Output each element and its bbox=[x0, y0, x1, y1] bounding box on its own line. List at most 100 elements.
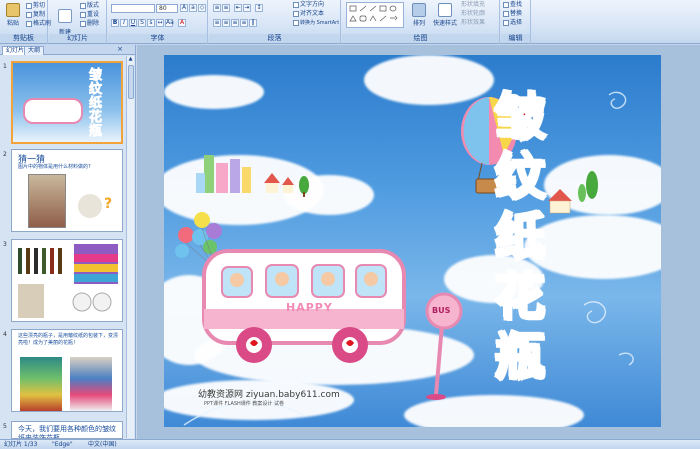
replace-button[interactable]: 替换 bbox=[503, 10, 522, 18]
arrange-button[interactable]: 排列 bbox=[408, 1, 430, 31]
thumb-snowman-image bbox=[78, 194, 102, 218]
clipboard-icon bbox=[6, 3, 20, 17]
new-slide-button[interactable]: 新建 幻灯片 bbox=[53, 1, 77, 42]
delete-slide-button[interactable]: 删除 bbox=[80, 20, 99, 28]
text-direction-button[interactable]: 文字方向 bbox=[293, 1, 324, 9]
font-color-button[interactable]: A bbox=[178, 19, 186, 27]
numbering-button[interactable]: ≡ bbox=[222, 4, 230, 12]
font-group-label: 字体 bbox=[108, 34, 207, 43]
thumb-text: 今天，我们要用各种颜色的皱纹纸来装饰花瓶 bbox=[18, 425, 116, 439]
reset-button[interactable]: 重设 bbox=[80, 11, 99, 19]
arrange-icon bbox=[412, 3, 426, 17]
underline-button[interactable]: U bbox=[129, 19, 137, 27]
slide-counter: 幻灯片 1/33 bbox=[4, 441, 38, 448]
select-button[interactable]: 选择 bbox=[503, 19, 522, 27]
decrease-indent-button[interactable]: ⇤ bbox=[234, 4, 242, 12]
pane-tabs: 幻灯片 大纲 × bbox=[0, 45, 135, 55]
tab-outline[interactable]: 大纲 bbox=[24, 46, 45, 55]
clipboard-group: 粘贴 剪切 复制 格式刷 剪贴板 bbox=[0, 0, 51, 44]
align-center-button[interactable]: ≡ bbox=[222, 19, 230, 27]
format-painter-button[interactable]: 格式刷 bbox=[26, 20, 51, 28]
shapes-gallery[interactable] bbox=[346, 2, 404, 28]
thumbnail-scrollbar[interactable]: ▲ bbox=[126, 56, 134, 438]
text-direction-icon bbox=[293, 1, 299, 8]
copy-icon bbox=[26, 11, 32, 18]
align-right-button[interactable]: ≡ bbox=[231, 19, 239, 27]
title-char-1[interactable]: 皱 bbox=[494, 88, 547, 147]
drawing-group-label: 绘图 bbox=[342, 34, 499, 43]
find-icon bbox=[503, 1, 509, 8]
thumbnail-number: 3 bbox=[3, 241, 7, 248]
replace-icon bbox=[503, 10, 509, 17]
scroll-up-icon[interactable]: ▲ bbox=[127, 56, 134, 63]
shape-fill-button[interactable]: 形状填充 bbox=[461, 1, 485, 9]
slides-group: 新建 幻灯片 版式 重设 删除 幻灯片 bbox=[49, 0, 107, 44]
delete-icon bbox=[80, 20, 86, 27]
layout-button[interactable]: 版式 bbox=[80, 2, 99, 10]
char-spacing-button[interactable]: ↔ bbox=[156, 19, 164, 27]
thumb-objects-photos bbox=[18, 244, 118, 318]
status-bar: 幻灯片 1/33 "Edge" 中文(中国) bbox=[0, 439, 700, 449]
thumbnail-number: 4 bbox=[3, 331, 7, 338]
title-char-4[interactable]: 花 bbox=[494, 268, 547, 327]
clear-format-button[interactable]: ◇ bbox=[198, 4, 206, 12]
thumbnail-number: 5 bbox=[3, 423, 7, 430]
font-name-combo[interactable] bbox=[111, 4, 155, 13]
layout-icon bbox=[80, 2, 86, 9]
increase-indent-button[interactable]: ⇥ bbox=[243, 4, 251, 12]
slide-thumbnail-5[interactable]: 今天，我们要用各种颜色的皱纹纸来装饰花瓶 bbox=[11, 421, 123, 439]
smartart-button[interactable]: 转换为 SmartArt bbox=[293, 19, 339, 27]
language-indicator[interactable]: 中文(中国) bbox=[88, 440, 117, 449]
strikethrough-button[interactable]: S bbox=[138, 19, 146, 27]
scissors-icon bbox=[26, 2, 32, 9]
slide-thumbnail-1[interactable]: 皱纹纸花瓶 bbox=[11, 61, 123, 144]
font-size-combo[interactable]: 80 bbox=[156, 4, 178, 13]
theme-name: "Edge" bbox=[52, 441, 73, 448]
thumb-bottles-photo-2 bbox=[70, 357, 112, 411]
editing-group: 查找 替换 选择 编辑 bbox=[501, 0, 531, 44]
title-char-5[interactable]: 瓶 bbox=[494, 328, 547, 387]
shrink-font-button[interactable]: a bbox=[189, 4, 197, 12]
align-text-button[interactable]: 对齐文本 bbox=[293, 10, 324, 18]
columns-button[interactable]: ‖ bbox=[249, 19, 257, 27]
title-char-3[interactable]: 纸 bbox=[494, 208, 547, 267]
scrollbar-thumb[interactable] bbox=[128, 65, 134, 99]
find-button[interactable]: 查找 bbox=[503, 1, 522, 9]
italic-button[interactable]: I bbox=[120, 19, 128, 27]
justify-button[interactable]: ≡ bbox=[240, 19, 248, 27]
thumb-text: 这些漂亮的瓶子，是用皱纹纸的包装下，变漂亮啦！成为了美丽的花瓶！ bbox=[18, 333, 119, 346]
clipboard-group-label: 剪贴板 bbox=[0, 34, 47, 43]
thumb-title-text: 皱纹纸花瓶 bbox=[89, 68, 103, 139]
line-spacing-button[interactable]: ↕ bbox=[255, 4, 263, 12]
thumb-vase-photo bbox=[28, 174, 66, 228]
quick-styles-icon bbox=[438, 3, 452, 17]
copy-button[interactable]: 复制 bbox=[26, 11, 45, 19]
slide-thumbnail-3[interactable] bbox=[11, 239, 123, 322]
align-left-button[interactable]: ≡ bbox=[213, 19, 221, 27]
shadow-button[interactable]: s bbox=[147, 19, 155, 27]
cut-button[interactable]: 剪切 bbox=[26, 2, 45, 10]
slide-editing-area: HAPPY BUS 皱 纹 纸 花 瓶 幼教资源网 ziyuan.baby611… bbox=[137, 45, 700, 439]
shapes-gallery-icons bbox=[349, 5, 398, 22]
paragraph-group: ≡ ≡ ⇤ ⇥ ↕ ≡ ≡ ≡ ≡ ‖ 文字方向 对齐文本 转换为 SmartA… bbox=[209, 0, 341, 44]
reset-icon bbox=[80, 11, 86, 18]
select-icon bbox=[503, 19, 509, 26]
bullets-button[interactable]: ≡ bbox=[213, 4, 221, 12]
slide-thumbnail-4[interactable]: 这些漂亮的瓶子，是用皱纹纸的包装下，变漂亮啦！成为了美丽的花瓶！ bbox=[11, 329, 123, 412]
bold-button[interactable]: B bbox=[111, 19, 119, 27]
thumb-bottles-photo-1 bbox=[20, 357, 62, 411]
quick-styles-button[interactable]: 快速样式 bbox=[430, 1, 460, 31]
close-pane-icon[interactable]: × bbox=[117, 45, 123, 53]
shape-outline-button[interactable]: 形状轮廓 bbox=[461, 10, 485, 18]
current-slide[interactable]: HAPPY BUS 皱 纹 纸 花 瓶 幼教资源网 ziyuan.baby611… bbox=[164, 55, 661, 427]
slide-illustration bbox=[175, 91, 634, 426]
slide-thumbnail-pane: 幻灯片 大纲 × 1 皱纹纸花瓶 2 猜一猜 图片中的物体是用什么材料做的? ?… bbox=[0, 45, 136, 439]
new-slide-icon bbox=[58, 9, 72, 23]
shape-effects-button[interactable]: 形状效果 bbox=[461, 19, 485, 27]
title-char-2[interactable]: 纹 bbox=[494, 148, 547, 207]
grow-font-button[interactable]: A bbox=[180, 4, 188, 12]
change-case-button[interactable]: Aa bbox=[165, 19, 174, 27]
thumbnail-number: 1 bbox=[3, 63, 7, 70]
paste-button[interactable]: 粘贴 bbox=[2, 1, 24, 31]
slide-thumbnail-2[interactable]: 猜一猜 图片中的物体是用什么材料做的? ? bbox=[11, 149, 123, 232]
